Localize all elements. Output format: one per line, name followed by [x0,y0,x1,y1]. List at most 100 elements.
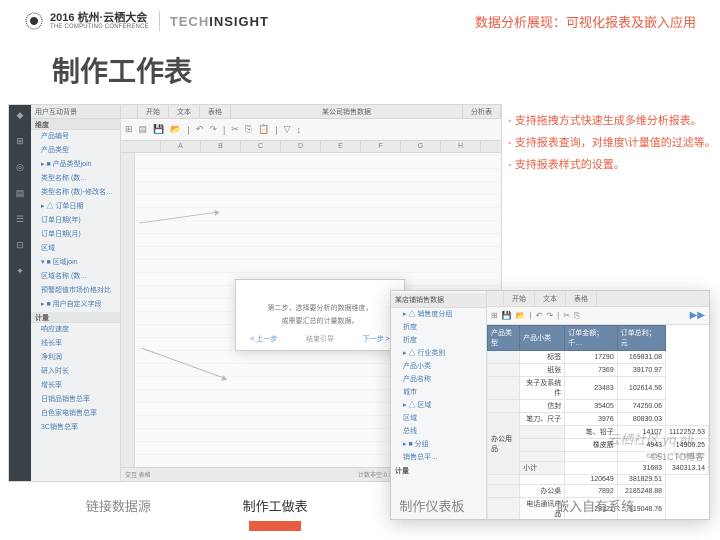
dimension-field[interactable]: 区域名称 (数… [31,270,120,284]
header-divider [159,11,160,31]
tool-open-icon[interactable]: 📂 [170,124,181,135]
popup-tree-item[interactable]: 产品小类 [391,360,486,373]
toolbar: ⊞▤💾📂|↶↷|✂⎘📋|▽↕ [121,119,501,141]
nav-icon-5[interactable]: ☰ [14,213,26,225]
ptool-copy-icon[interactable]: ⎘ [574,311,580,321]
ptool-cut-icon[interactable]: ✂ [563,311,570,320]
dialog-line2: 或需要汇总的计量数据。 [268,315,373,328]
dimension-field[interactable]: ▸ ■ 产品类型join [31,158,120,172]
dimension-field[interactable]: ▸ △ 订单日期 [31,200,120,214]
ptool-open-icon[interactable]: 📂 [516,311,526,320]
nav-icon-3[interactable]: ◎ [14,161,26,173]
dimension-field[interactable]: ▸ ■ 用户自定义字段 [31,298,120,312]
techinsight-logo: TECHINSIGHT [170,14,269,29]
dialog-prev-button[interactable]: < 上一步 [250,334,277,344]
dimension-field[interactable]: 产品编号 [31,130,120,144]
ti-tech: TECH [170,14,209,29]
column-headers: ABCDEFGH [121,141,501,153]
measure-field[interactable]: 研入时长 [31,365,120,379]
measure-field[interactable]: 日销品销售总率 [31,393,120,407]
tool-filter-icon[interactable]: ▽ [284,124,291,135]
nav-icon-6[interactable]: ⊡ [14,239,26,251]
popup-tree-item[interactable]: 折度 [391,334,486,347]
nav-icon-7[interactable]: ✦ [14,265,26,277]
doc-title: 某公司销售数据 [231,105,463,118]
field-panel-header: 用户互动背景 [31,105,120,119]
popup-measure-sec: 计量 [391,464,486,478]
ribbon-tabs: 开始 文本 表格 某公司销售数据 分析表 [121,105,501,119]
popup-tree-item[interactable]: 城市 [391,386,486,399]
callout-3: - 支持报表样式的设置。 [508,156,716,174]
popup-tree-item[interactable]: 销售总平… [391,451,486,464]
tool-redo-icon[interactable]: ↷ [209,124,217,135]
popup-tree-item[interactable]: ▸ △ 区域 [391,399,486,412]
dimension-section: 维度 [31,119,120,130]
ptool-save-icon[interactable]: 💾 [502,311,512,320]
measure-field[interactable]: 增长率 [31,379,120,393]
feature-callout: - 支持拖拽方式快速生成多维分析报表。 - 支持报表查询，对维度\计量值的过滤等… [508,112,716,178]
dimension-field[interactable]: 类型名称 (数)-修改名… [31,186,120,200]
popup-tree-item[interactable]: 产品名称 [391,373,486,386]
popup-tree-item[interactable]: ▸ △ 行业类别 [391,347,486,360]
step-2[interactable]: 制作工做表 [243,496,308,531]
field-panel: 用户互动背景 维度 产品编号产品类型▸ ■ 产品类型join 类型名称 (数… … [31,105,121,481]
dimension-field[interactable]: 区域 [31,242,120,256]
logo-icon [24,11,44,31]
dimension-field[interactable]: 订单日期(月) [31,228,120,242]
tool-chart-icon[interactable]: ▤ [139,124,148,135]
dialog-next-button[interactable]: 下一步 > [363,334,390,344]
popup-tree-item[interactable]: 总线 [391,425,486,438]
callout-2: - 支持报表查询，对维度\计量值的过滤等。 [508,134,716,152]
dialog-line1: 第二步，选择要分析的数据维度， [268,302,373,315]
row-headers [121,153,135,467]
tool-copy-icon[interactable]: ⎘ [245,124,252,135]
popup-tree-item[interactable]: ▸ ■ 分组 [391,438,486,451]
tab-analysis[interactable]: 分析表 [463,105,501,118]
tool-undo-icon[interactable]: ↶ [196,124,204,135]
measure-field[interactable]: 3C销售总率 [31,421,120,435]
tool-paste-icon[interactable]: 📋 [258,124,269,135]
tool-cut-icon[interactable]: ✂ [231,124,239,135]
popup-tab-table[interactable]: 表格 [566,291,597,306]
wizard-dialog: 第二步，选择要分析的数据维度，或需要汇总的计量数据。 < 上一步 结束引导 下一… [235,279,405,351]
measure-field[interactable]: 响应速度 [31,323,120,337]
dimension-field[interactable]: ▾ ■ 区域join [31,256,120,270]
conf-year: 2016 [50,12,74,24]
dimension-field[interactable]: 预警超值市场价格对比 [31,284,120,298]
popup-tree-item[interactable]: 折度 [391,321,486,334]
watermark-2: ©51CTO博客 [647,449,708,464]
ptool-undo-icon[interactable]: ↶ [536,311,543,320]
measure-field[interactable]: 净利润 [31,351,120,365]
tab-start[interactable]: 开始 [138,105,169,118]
popup-tab-start[interactable]: 开始 [504,291,535,306]
ptool-redo-icon[interactable]: ↷ [546,311,553,320]
dimension-field[interactable]: 订单日期(年) [31,214,120,228]
step-4[interactable]: 嵌入自有系统 [556,496,634,515]
ptool-play-icon[interactable]: ▶▶ [690,310,705,321]
tool-grid-icon[interactable]: ⊞ [125,124,133,135]
popup-tab-text[interactable]: 文本 [535,291,566,306]
nav-icon-2[interactable]: ⊞ [14,135,26,147]
conference-logo: 2016 杭州·云栖大会 THE COMPUTING CONFERENCE [24,11,149,31]
watermark: 云栖社区 yq.ali… [607,429,706,448]
tab-text[interactable]: 文本 [169,105,200,118]
tab-table[interactable]: 表格 [200,105,231,118]
dialog-skip-button[interactable]: 结束引导 [306,334,334,344]
popup-tree-item[interactable]: 区域 [391,412,486,425]
step-3[interactable]: 制作仪表板 [399,496,464,515]
tool-save-icon[interactable]: 💾 [153,124,164,135]
dimension-field[interactable]: 类型名称 (数… [31,172,120,186]
conf-en: THE COMPUTING CONFERENCE [50,24,149,30]
step-1[interactable]: 链接数据源 [86,496,151,515]
popup-tree-item[interactable]: ▸ △ 销售度分组 [391,308,486,321]
ptool-grid-icon[interactable]: ⊞ [491,311,498,320]
nav-icon-4[interactable]: ▤ [14,187,26,199]
measure-field[interactable]: 白色家电销售总率 [31,407,120,421]
header-subtitle: 数据分析展现：可视化报表及嵌入应用 [475,12,696,31]
sheet-tabs[interactable]: 交互 表格 [125,470,151,479]
dimension-field[interactable]: 产品类型 [31,144,120,158]
tool-sort-icon[interactable]: ↕ [297,125,302,135]
measure-field[interactable]: 线长率 [31,337,120,351]
nav-icon-1[interactable]: ◆ [14,109,26,121]
page-title: 制作工作表 [0,42,720,104]
